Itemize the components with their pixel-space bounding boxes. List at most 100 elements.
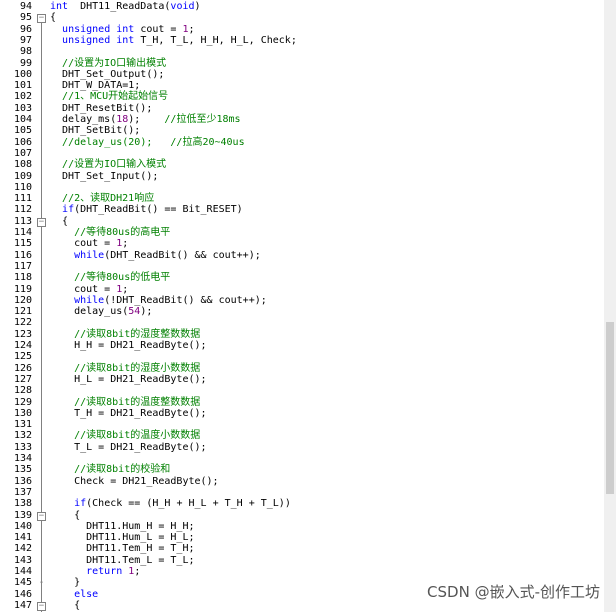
keyword-token: return — [86, 566, 123, 577]
line-number: 118 — [13, 272, 32, 284]
code-line[interactable]: 133 T_L = DH21_ReadByte(); — [0, 442, 604, 453]
code-line[interactable]: 96 unsigned int cout = 1; — [0, 24, 604, 35]
code-token: DHT11.Hum_H = H_H; — [50, 520, 195, 532]
code-line[interactable]: 144 return 1; — [0, 566, 604, 577]
line-number: 114 — [13, 227, 32, 238]
code-token: T_H = DH21_ReadByte(); — [50, 407, 207, 419]
code-line[interactable]: 94 int DHT11_ReadData(void) — [0, 1, 604, 12]
code-line[interactable]: 123 //读取8bit的湿度整数数据 — [0, 329, 604, 340]
code-line[interactable]: 103 DHT_ResetBit(); — [0, 103, 604, 114]
line-number: 96 — [19, 23, 32, 35]
code-line[interactable]: 101 DHT_W_DATA=1; — [0, 80, 604, 91]
code-line[interactable]: 116 while(DHT_ReadBit() && cout++); — [0, 250, 604, 261]
code-text: } — [50, 577, 80, 588]
code-token: ); — [140, 306, 153, 318]
code-line[interactable]: 141 DHT11.Hum_L = H_L; — [0, 532, 604, 543]
fold-toggle-icon[interactable]: − — [37, 217, 46, 227]
line-number: 128 — [13, 385, 32, 397]
code-line[interactable]: 109 DHT_Set_Input(); — [0, 171, 604, 182]
code-text: return 1; — [50, 566, 140, 577]
code-line[interactable]: 130 T_H = DH21_ReadByte(); — [0, 408, 604, 419]
code-token: DHT11.Hum_L = H_L; — [50, 532, 195, 544]
code-line[interactable]: 122 — [0, 317, 604, 328]
code-line[interactable]: 126 //读取8bit的湿度小数数据 — [0, 363, 604, 374]
line-number: 111 — [13, 193, 32, 205]
code-text: unsigned int cout = 1; — [50, 24, 194, 35]
code-text: //等待80us的低电平 — [50, 272, 170, 283]
code-line[interactable]: 108 //设置为IO口输入模式 — [0, 159, 604, 170]
code-line[interactable]: 134 — [0, 453, 604, 464]
code-editor[interactable]: 94 int DHT11_ReadData(void) 95−{96 unsigne… — [0, 0, 604, 612]
code-line[interactable]: 143 DHT11.Tem_L = T_L; — [0, 555, 604, 566]
code-token: T_L = DH21_ReadByte(); — [50, 441, 207, 453]
code-line[interactable]: 136 Check = DH21_ReadByte(); — [0, 476, 604, 487]
code-line[interactable]: 106 //delay_us(20); //拉高20~40us — [0, 137, 604, 148]
code-line[interactable]: 95−{ — [0, 12, 604, 24]
code-line[interactable]: 140 DHT11.Hum_H = H_H; — [0, 521, 604, 532]
code-line[interactable]: 114 //等待80us的高电平 — [0, 227, 604, 238]
code-line[interactable]: 119 cout = 1; — [0, 284, 604, 295]
code-token: ; — [122, 238, 129, 250]
line-number: 106 — [13, 136, 32, 148]
code-line[interactable]: 118 //等待80us的低电平 — [0, 272, 604, 283]
code-line[interactable]: 132 //读取8bit的温度小数数据 — [0, 430, 604, 441]
code-text: { — [50, 12, 56, 23]
code-text: delay_ms(18); //拉低至少18ms — [50, 114, 241, 125]
code-line[interactable]: 137 — [0, 487, 604, 498]
line-number: 108 — [13, 159, 32, 171]
keyword-token: int — [50, 1, 69, 12]
code-line[interactable]: 124 H_H = DH21_ReadByte(); — [0, 340, 604, 351]
code-line[interactable]: 98 — [0, 46, 604, 57]
code-text: DHT11.Hum_L = H_L; — [50, 532, 195, 544]
code-line[interactable]: 97 unsigned int T_H, T_L, H_H, H_L, Chec… — [0, 35, 604, 46]
code-line[interactable]: 135 //读取8bit的校验和 — [0, 464, 604, 475]
code-text: DHT_Set_Input(); — [50, 171, 158, 182]
line-number: 119 — [13, 283, 32, 295]
comment-token: //读取8bit的湿度小数数据 — [74, 362, 201, 374]
code-line[interactable]: 117 — [0, 261, 604, 272]
code-line[interactable]: 121 delay_us(54); — [0, 306, 604, 317]
line-number: 143 — [13, 554, 32, 566]
code-line[interactable]: 113− { — [0, 216, 604, 227]
comment-token: //读取8bit的温度小数数据 — [74, 430, 201, 442]
code-line[interactable]: 127 H_L = DH21_ReadByte(); — [0, 374, 604, 385]
code-line[interactable]: 102 //1、MCU开始起始信号 — [0, 91, 604, 102]
code-line[interactable]: 100 DHT_Set_Output(); — [0, 69, 604, 80]
fold-toggle-icon[interactable]: − — [37, 511, 46, 521]
code-line[interactable]: 125 — [0, 351, 604, 362]
keyword-token: else — [74, 588, 99, 600]
code-line[interactable]: 107 — [0, 148, 604, 159]
scrollbar-thumb[interactable] — [606, 322, 614, 494]
code-line[interactable]: 99 //设置为IO口输出模式 — [0, 58, 604, 69]
code-line[interactable]: 112 if(DHT_ReadBit() == Bit_RESET) — [0, 204, 604, 215]
code-text: unsigned int T_H, T_L, H_H, H_L, Check; — [50, 35, 297, 46]
code-line[interactable]: 139− { — [0, 510, 604, 521]
code-line[interactable]: 111 //2、读取DH21响应 — [0, 193, 604, 204]
code-line[interactable]: 115 cout = 1; — [0, 238, 604, 249]
fold-toggle-icon[interactable]: − — [37, 601, 46, 611]
code-line[interactable]: 120 while(!DHT_ReadBit() && cout++); — [0, 295, 604, 306]
code-line[interactable]: 128 — [0, 385, 604, 396]
code-line[interactable]: 104 delay_ms(18); //拉低至少18ms — [0, 114, 604, 125]
code-line[interactable]: 142 DHT11.Tem_H = T_H; — [0, 543, 604, 554]
fold-end-icon[interactable]: - — [37, 577, 46, 588]
code-text: { — [50, 216, 68, 227]
code-token: H_H = DH21_ReadByte(); — [50, 340, 207, 351]
fold-toggle-icon[interactable]: − — [37, 14, 46, 24]
code-line[interactable]: 138 if(Check == (H_H + H_L + T_H + T_L)) — [0, 498, 604, 509]
code-line[interactable]: 105 DHT_SetBit(); — [0, 125, 604, 136]
code-text: //读取8bit的温度小数数据 — [50, 430, 200, 441]
line-number: 117 — [13, 260, 32, 272]
code-text: DHT11.Tem_L = T_L; — [50, 555, 194, 566]
code-line[interactable]: 129 //读取8bit的温度整数数据 — [0, 397, 604, 408]
code-text: H_L = DH21_ReadByte(); — [50, 374, 206, 385]
code-line[interactable]: 110 — [0, 182, 604, 193]
code-line[interactable]: 131 — [0, 419, 604, 430]
comment-token: //2、读取DH21响应 — [62, 193, 155, 205]
line-number: 101 — [13, 80, 32, 92]
vertical-scrollbar[interactable] — [604, 0, 616, 612]
